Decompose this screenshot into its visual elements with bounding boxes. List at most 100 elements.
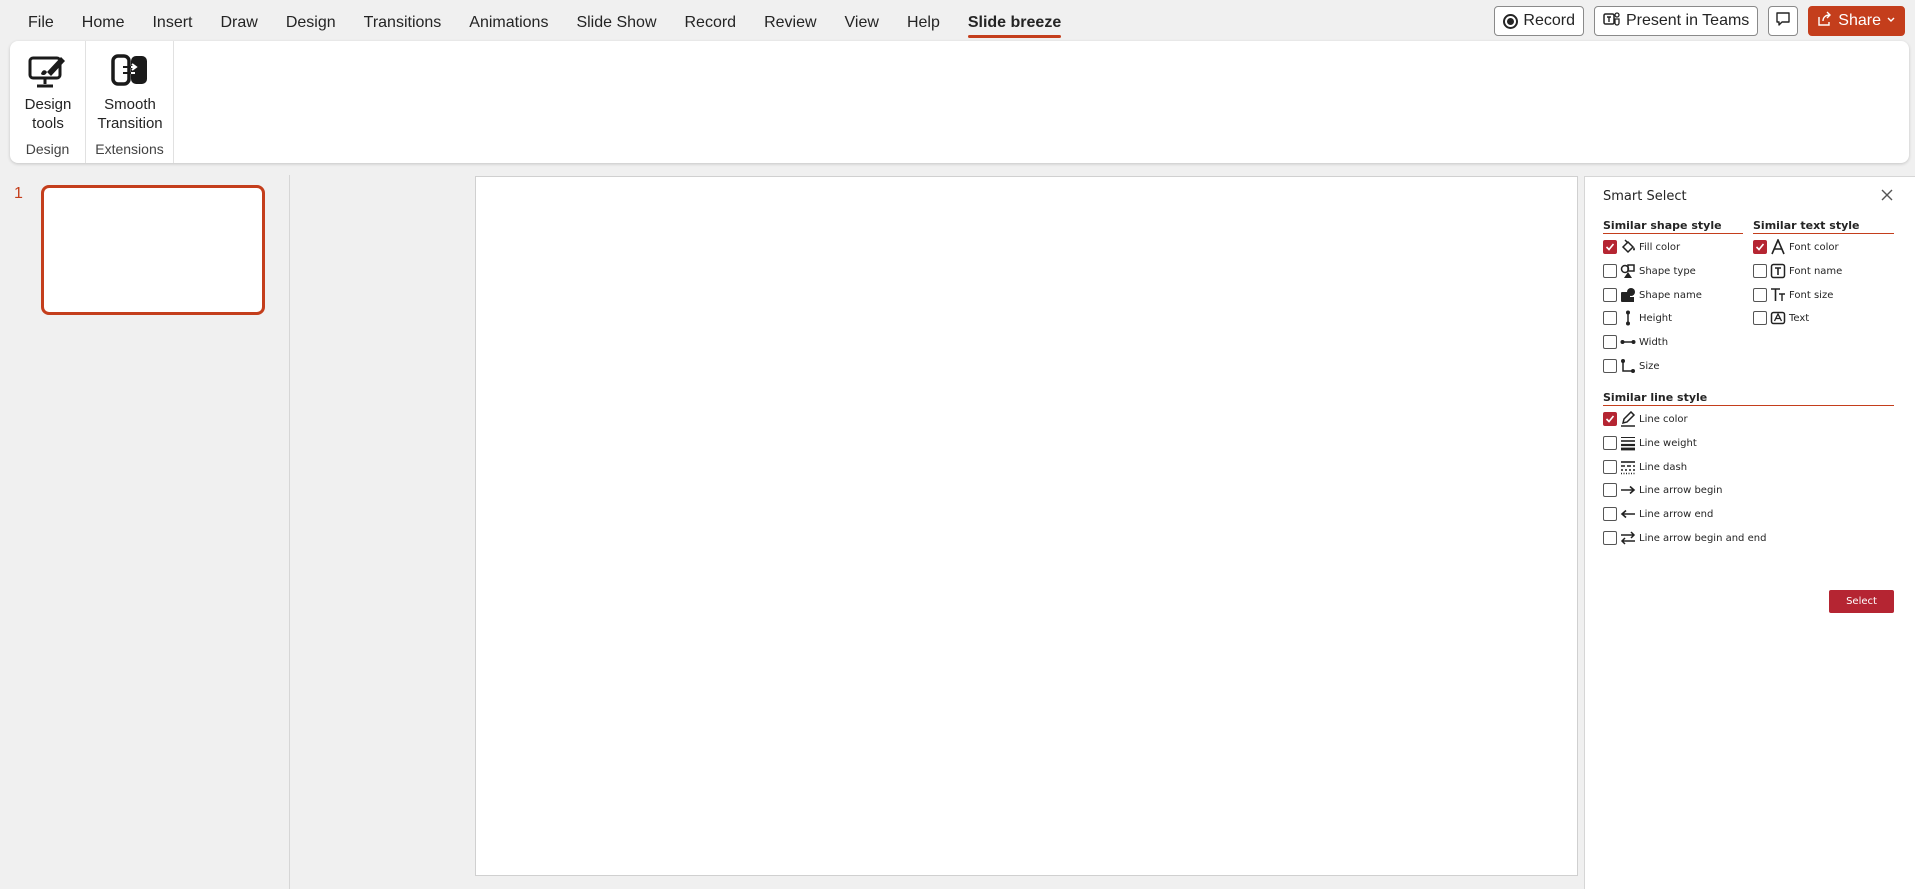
- checkbox[interactable]: [1603, 507, 1617, 521]
- height-icon: [1620, 310, 1636, 326]
- slide-thumbnails-pane: 1: [0, 175, 290, 889]
- checkbox[interactable]: [1603, 483, 1617, 497]
- checkbox[interactable]: [1753, 288, 1767, 302]
- option-height[interactable]: Height: [1603, 309, 1672, 327]
- tab-slide-breeze[interactable]: Slide breeze: [954, 0, 1075, 40]
- ribbon: Design tools Design Smooth Transition Ex…: [10, 41, 1909, 163]
- design-tools-button[interactable]: Design tools: [14, 49, 82, 133]
- tab-view[interactable]: View: [831, 0, 893, 40]
- design-tools-label-line1: Design: [24, 96, 72, 113]
- tab-help[interactable]: Help: [893, 0, 954, 40]
- option-label: Font color: [1789, 241, 1839, 253]
- option-fill-color[interactable]: Fill color: [1603, 238, 1680, 256]
- option-width[interactable]: Width: [1603, 333, 1668, 351]
- teams-icon: [1603, 11, 1621, 32]
- tab-insert[interactable]: Insert: [138, 0, 206, 40]
- shape-name-icon: [1620, 287, 1636, 303]
- present-in-teams-button[interactable]: Present in Teams: [1593, 6, 1759, 36]
- option-font-color[interactable]: Font color: [1753, 238, 1839, 256]
- option-font-name[interactable]: Font name: [1753, 262, 1842, 280]
- share-button[interactable]: Share: [1808, 6, 1905, 36]
- line-weight-icon: [1620, 435, 1636, 451]
- checkbox-checked[interactable]: [1603, 240, 1617, 254]
- option-line-arrow-begin[interactable]: Line arrow begin: [1603, 481, 1722, 499]
- tab-slide-show[interactable]: Slide Show: [562, 0, 670, 40]
- checkbox-checked[interactable]: [1753, 240, 1767, 254]
- option-text[interactable]: Text: [1753, 309, 1809, 327]
- option-size[interactable]: Size: [1603, 357, 1660, 375]
- design-tools-label-line2: tools: [32, 115, 64, 132]
- tab-record[interactable]: Record: [671, 0, 751, 40]
- option-label: Fill color: [1639, 241, 1681, 253]
- ribbon-group-design: Design tools Design: [10, 41, 86, 163]
- record-button-label: Record: [1523, 12, 1575, 29]
- slide-canvas[interactable]: [475, 176, 1578, 876]
- line-color-icon: [1620, 411, 1636, 427]
- option-label: Line arrow begin: [1639, 484, 1723, 496]
- tab-home[interactable]: Home: [68, 0, 139, 40]
- option-label: Width: [1639, 336, 1669, 348]
- option-line-dash[interactable]: Line dash: [1603, 458, 1687, 476]
- checkbox[interactable]: [1603, 531, 1617, 545]
- option-font-size[interactable]: Font size: [1753, 286, 1833, 304]
- design-tools-icon: [26, 49, 70, 91]
- checkbox[interactable]: [1603, 359, 1617, 373]
- line-dash-icon: [1620, 459, 1636, 475]
- option-label: Line weight: [1639, 437, 1697, 449]
- tab-file[interactable]: File: [14, 0, 68, 40]
- option-line-weight[interactable]: Line weight: [1603, 434, 1697, 452]
- width-icon: [1620, 334, 1636, 350]
- checkbox[interactable]: [1603, 436, 1617, 450]
- checkbox-checked[interactable]: [1603, 412, 1617, 426]
- chevron-down-icon[interactable]: [1886, 12, 1896, 30]
- font-color-icon: [1770, 239, 1786, 255]
- smooth-transition-label-line2: Transition: [97, 115, 163, 132]
- pane-title: Smart Select: [1603, 189, 1687, 204]
- option-line-arrow-begin-and-end[interactable]: Line arrow begin and end: [1603, 529, 1766, 547]
- checkbox[interactable]: [1603, 311, 1617, 325]
- record-button[interactable]: Record: [1494, 6, 1584, 36]
- arrow-right-icon: [1620, 482, 1636, 498]
- ribbon-group-extensions: Smooth Transition Extensions: [86, 41, 174, 163]
- comments-button[interactable]: [1768, 6, 1799, 36]
- tab-transitions[interactable]: Transitions: [350, 0, 456, 40]
- arrow-left-icon: [1620, 506, 1636, 522]
- option-label: Text: [1789, 312, 1810, 324]
- tab-draw[interactable]: Draw: [206, 0, 271, 40]
- select-button[interactable]: Select: [1829, 590, 1894, 613]
- slide-thumbnail[interactable]: [41, 185, 265, 315]
- option-line-arrow-end[interactable]: Line arrow end: [1603, 505, 1713, 523]
- option-shape-name[interactable]: Shape name: [1603, 286, 1702, 304]
- checkbox[interactable]: [1753, 264, 1767, 278]
- tab-review[interactable]: Review: [750, 0, 830, 40]
- checkbox[interactable]: [1753, 311, 1767, 325]
- checkbox[interactable]: [1603, 264, 1617, 278]
- option-label: Shape type: [1639, 265, 1696, 277]
- ribbon-group-label: Extensions: [95, 141, 164, 157]
- font-name-icon: [1770, 263, 1786, 279]
- slide-number: 1: [14, 185, 23, 202]
- fill-color-icon: [1620, 239, 1636, 255]
- smooth-transition-label-line1: Smooth: [104, 96, 156, 113]
- option-label: Line dash: [1639, 461, 1688, 473]
- share-label: Share: [1838, 12, 1881, 29]
- option-label: Line color: [1639, 413, 1688, 425]
- checkbox[interactable]: [1603, 335, 1617, 349]
- comment-icon: [1775, 11, 1791, 32]
- option-label: Font name: [1789, 265, 1843, 277]
- tab-design[interactable]: Design: [272, 0, 350, 40]
- size-icon: [1620, 358, 1636, 374]
- font-size-icon: [1770, 287, 1786, 303]
- smart-select-pane: Smart Select Similar shape style Fill co…: [1584, 176, 1915, 889]
- option-line-color[interactable]: Line color: [1603, 410, 1688, 428]
- close-icon[interactable]: [1879, 187, 1895, 203]
- share-icon: [1817, 11, 1833, 32]
- present-in-teams-label: Present in Teams: [1625, 12, 1750, 29]
- record-icon: [1503, 13, 1519, 29]
- tab-animations[interactable]: Animations: [455, 0, 562, 40]
- checkbox[interactable]: [1603, 460, 1617, 474]
- checkbox[interactable]: [1603, 288, 1617, 302]
- smooth-transition-button[interactable]: Smooth Transition: [90, 49, 170, 133]
- option-shape-type[interactable]: Shape type: [1603, 262, 1696, 280]
- smooth-transition-icon: [108, 49, 152, 91]
